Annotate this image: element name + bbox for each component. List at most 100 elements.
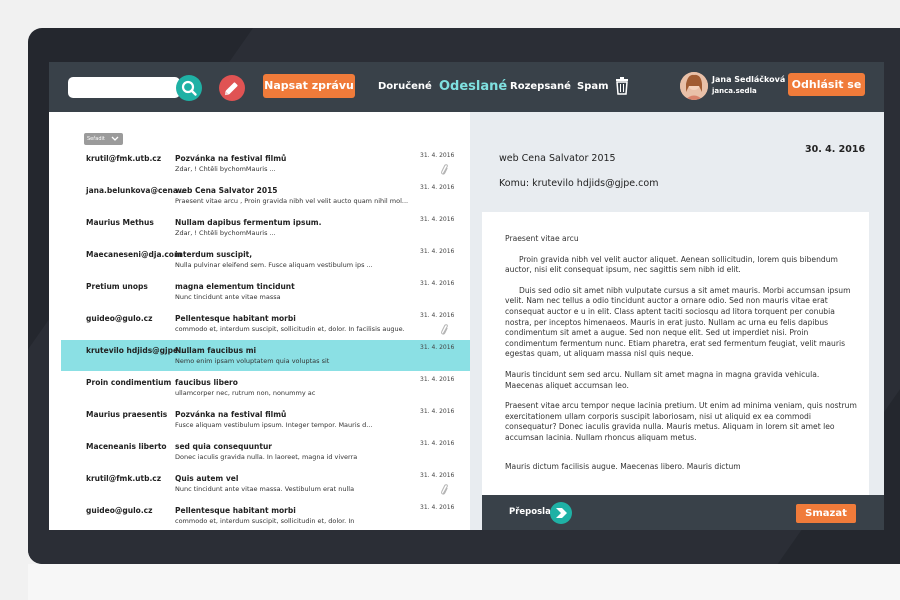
message-paragraph: Duis sed odio sit amet nibh vulputate cu… — [505, 285, 851, 359]
message-date: 31. 4. 2016 — [420, 280, 455, 287]
user-photo-icon — [680, 72, 708, 100]
message-paragraph: Mauris dictum facilisis augue. Maecenas … — [505, 461, 741, 471]
nav-drafts[interactable]: Rozepsané — [510, 62, 571, 112]
message-row[interactable]: guideo@gulo.cz Pellentesque habitant morb… — [61, 308, 470, 339]
message-row[interactable]: Pretium unops magna elementum tincidunt Nu… — [61, 276, 470, 307]
message-date: 30. 4. 2016 — [805, 144, 866, 155]
message-preview: Nulla pulvinar eleifend sem. Fusce aliqu… — [175, 261, 373, 269]
message-sender: krutil@fmk.utb.cz — [86, 474, 162, 483]
message-list: Seřadit krutil@fmk.utb.cz Pozvánka na fes… — [61, 112, 470, 530]
message-subject: Quis autem vel — [175, 474, 239, 483]
search-icon — [181, 80, 197, 96]
message-date: 31. 4. 2016 — [420, 184, 455, 191]
message-date: 31. 4. 2016 — [420, 440, 455, 447]
sort-label: Seřadit — [87, 136, 105, 142]
message-subject: Pozvánka na festival filmů — [175, 154, 287, 163]
message-date: 31. 4. 2016 — [420, 472, 455, 479]
message-reader: 30. 4. 2016 web Cena Salvator 2015 Komu:… — [470, 112, 884, 530]
laptop-base — [28, 564, 900, 600]
message-sender: Maecaneseni@dja.com — [86, 250, 182, 259]
message-date: 31. 4. 2016 — [420, 248, 455, 255]
top-bar: Napsat zprávu Doručené Odeslané Rozepsan… — [49, 62, 884, 112]
message-paragraph: Praesent vitae arcu tempor neque lacinia… — [505, 401, 857, 442]
message-preview: commodo et, interdum suscipit, sollicitu… — [175, 325, 405, 333]
message-subject: sed quia consequuntur — [175, 442, 272, 451]
compose-icon-button[interactable] — [219, 75, 245, 101]
message-preview: Nunc tincidunt ante vitae massa — [175, 293, 281, 301]
message-sender: krutevilo hdjids@gjpe.... — [86, 346, 190, 355]
nav-sent[interactable]: Odeslané — [439, 62, 507, 112]
user-handle: janca.sedla — [712, 87, 757, 95]
message-date: 31. 4. 2016 — [420, 312, 455, 319]
message-row[interactable]: Maurius praesentis Pozvánka na festival f… — [61, 404, 470, 435]
message-preview: Zdar, ! Chtěli bychomMauris ... — [175, 229, 276, 237]
message-date: 31. 4. 2016 — [420, 152, 455, 159]
message-paragraph: Praesent vitae arcu — [505, 234, 579, 243]
sort-button[interactable]: Seřadit — [84, 133, 123, 145]
message-sender: krutil@fmk.utb.cz — [86, 154, 162, 163]
message-paragraph: Mauris tincidunt sem sed arcu. Nullam si… — [505, 369, 820, 390]
message-row[interactable]: Proin condimentium faucibus libero ullamco… — [61, 372, 470, 403]
message-row[interactable]: guideo@gulo.cz Pellentesque habitant morb… — [61, 500, 470, 530]
logout-button[interactable]: Odhlásit se — [788, 73, 865, 96]
message-subject: web Cena Salvator 2015 — [175, 186, 278, 195]
message-subject: web Cena Salvator 2015 — [499, 153, 616, 164]
message-subject: Pellentesque habitant morbi — [175, 506, 296, 515]
message-date: 31. 4. 2016 — [420, 344, 455, 351]
message-preview: Nemo enim ipsam voluptatem quia voluptas… — [175, 357, 330, 365]
message-row[interactable]: Maurius Methus Nullam dapibus fermentum i… — [61, 212, 470, 243]
message-sender: guideo@gulo.cz — [86, 506, 153, 515]
forward-arrow-icon — [556, 508, 567, 518]
message-sender: Maurius praesentis — [86, 410, 168, 419]
user-name: Jana Sedláčková — [712, 75, 786, 84]
message-text: Praesent vitae arcu Proin gravida nibh ve… — [482, 212, 869, 472]
email-app: Napsat zprávu Doručené Odeslané Rozepsan… — [49, 62, 884, 530]
message-row[interactable]: Maceneanis liberto sed quia consequuntur D… — [61, 436, 470, 467]
message-row[interactable]: krutil@fmk.utb.cz Pozvánka na festival fi… — [61, 148, 470, 179]
message-subject: Nullam faucibus mi — [175, 346, 257, 355]
message-preview: commodo et, interdum suscipit, sollicitu… — [175, 517, 355, 525]
nav-spam[interactable]: Spam — [577, 62, 609, 112]
message-preview: Zdar, ! Chtěli bychomMauris ... — [175, 165, 276, 173]
avatar[interactable] — [680, 72, 708, 100]
delete-button[interactable]: Smazat — [796, 504, 856, 523]
trash-button[interactable] — [611, 75, 633, 97]
message-subject: magna elementum tincidunt — [175, 282, 295, 291]
trash-icon — [616, 77, 628, 95]
message-row[interactable]: Maecaneseni@dja.com interdum suscipit, Nul… — [61, 244, 470, 275]
message-preview: ullamcorper nec, rutrum non, nonummy ac — [175, 389, 316, 397]
compose-button[interactable]: Napsat zprávu — [263, 74, 355, 98]
attachment-icon — [441, 324, 448, 335]
message-row[interactable]: krutil@fmk.utb.cz Quis autem vel Nunc tinc… — [61, 468, 470, 499]
message-row[interactable]: jana.belunkova@cena... web Cena Salvator … — [61, 180, 470, 211]
message-paragraph: Proin gravida nibh vel velit auctor aliq… — [505, 254, 838, 275]
forward-label[interactable]: Přeposlat — [509, 495, 555, 530]
message-date: 31. 4. 2016 — [420, 376, 455, 383]
message-sender: guideo@gulo.cz — [86, 314, 153, 323]
search-input[interactable] — [68, 77, 180, 98]
message-subject: Pozvánka na festival filmů — [175, 410, 287, 419]
message-body: Praesent vitae arcu Proin gravida nibh ve… — [482, 212, 869, 495]
message-subject: interdum suscipit, — [175, 250, 253, 259]
message-recipient: Komu: krutevilo hdjids@gjpe.com — [499, 178, 659, 189]
nav-inbox[interactable]: Doručené — [378, 62, 432, 112]
message-preview: Donec iaculis gravida nulla. In laoreet,… — [175, 453, 358, 461]
message-preview: Nunc tincidunt ante vitae massa. Vestibu… — [175, 485, 355, 493]
message-preview: Praesent vitae arcu , Proin gravida nibh… — [175, 197, 409, 205]
message-date: 31. 4. 2016 — [420, 504, 455, 511]
message-sender: Pretium unops — [86, 282, 148, 291]
message-sender: Maceneanis liberto — [86, 442, 167, 451]
attachment-icon — [441, 164, 448, 175]
message-subject: Nullam dapibus fermentum ipsum. — [175, 218, 322, 227]
message-subject: Pellentesque habitant morbi — [175, 314, 296, 323]
message-actions: Přeposlat Smazat — [482, 495, 884, 530]
search-button[interactable] — [176, 75, 202, 101]
message-sender: jana.belunkova@cena... — [86, 186, 187, 195]
pencil-icon — [224, 82, 238, 96]
message-subject: faucibus libero — [175, 378, 238, 387]
message-preview: Fusce aliquam vestibulum ipsum. Integer … — [175, 421, 373, 429]
forward-button[interactable] — [550, 502, 572, 524]
attachment-icon — [441, 484, 448, 495]
message-row[interactable]: krutevilo hdjids@gjpe.... Nullam faucibus… — [61, 340, 470, 371]
message-date: 31. 4. 2016 — [420, 216, 455, 223]
